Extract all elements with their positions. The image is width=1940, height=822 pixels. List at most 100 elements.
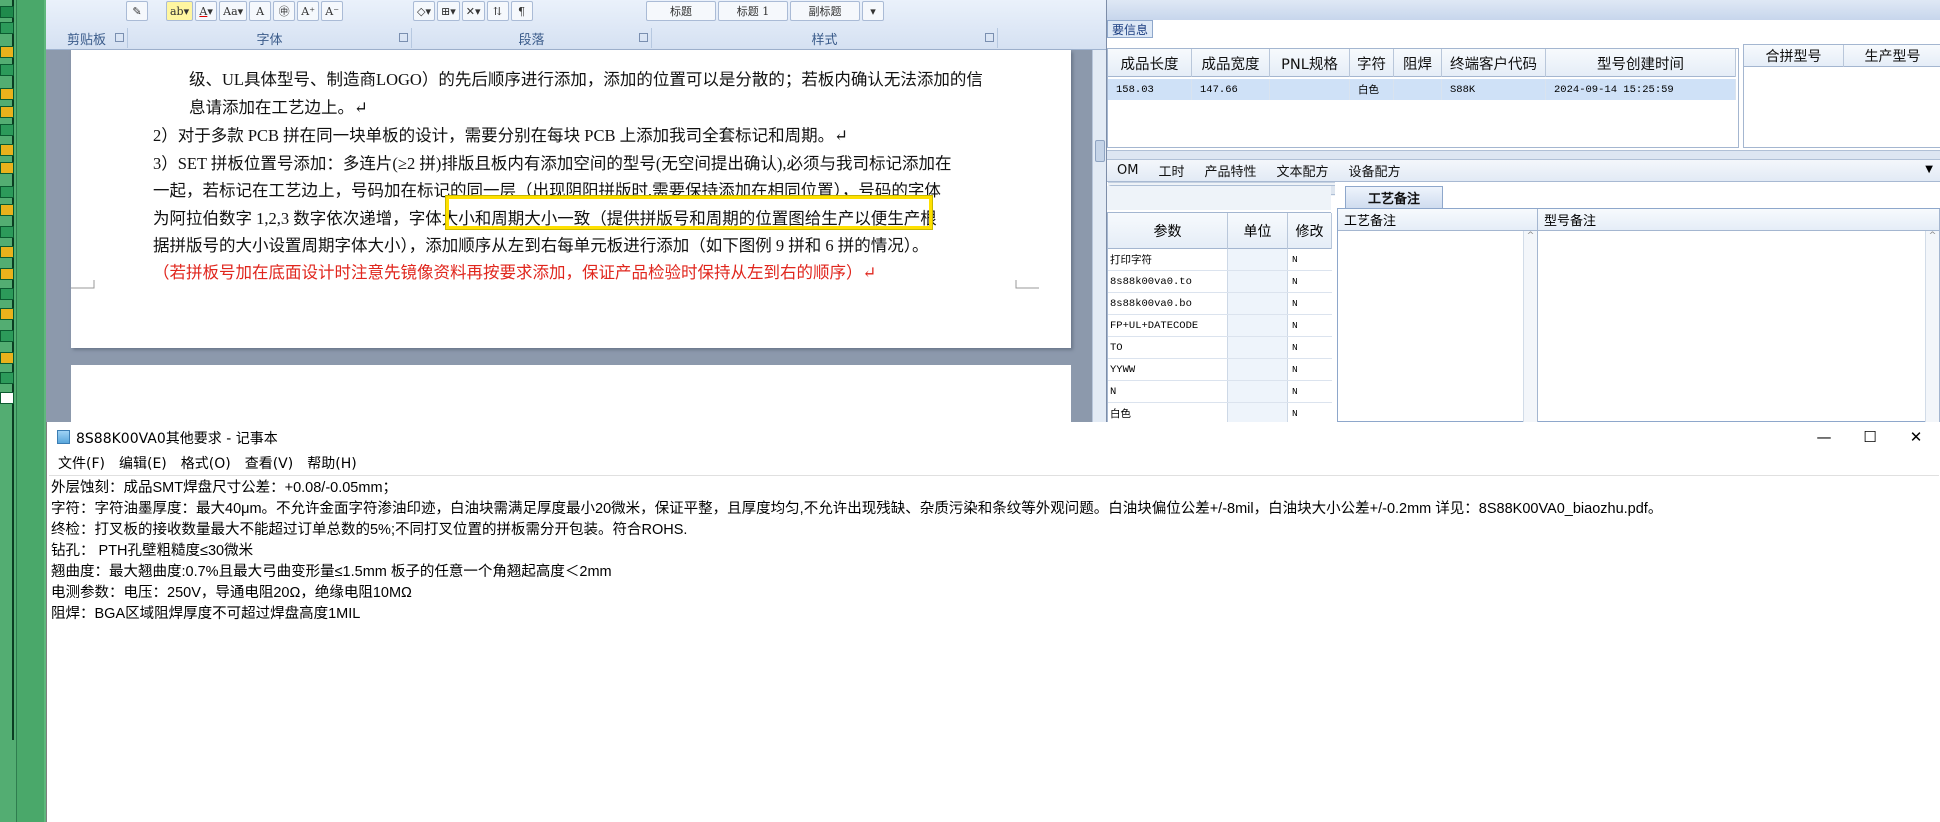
text-line: 外层蚀刻：成品SMT焊盘尺寸公差：+0.08/-0.05mm； [51, 480, 398, 496]
menu-format[interactable]: 格式(O) [174, 453, 238, 473]
grid-header: 合拼型号 生产型号 [1744, 45, 1940, 67]
text-editor[interactable]: 外层蚀刻：成品SMT焊盘尺寸公差：+0.08/-0.05mm； 字符：字符油墨厚… [49, 475, 1939, 822]
dialog-launcher-icon[interactable] [639, 33, 648, 42]
table-cell [1228, 249, 1288, 270]
tab-product-features[interactable]: 产品特性 [1194, 160, 1266, 182]
tab-summary-info[interactable]: 要信息 [1107, 20, 1154, 38]
table-cell: N [1288, 315, 1332, 336]
strip-cell [0, 330, 14, 342]
tab-equipment-recipe[interactable]: 设备配方 [1339, 160, 1411, 182]
maximize-icon[interactable]: ☐ [1847, 422, 1893, 452]
table-cell: 打印字符 [1108, 249, 1228, 270]
text-line: 翘曲度：最大翘曲度:0.7%且最大弓曲变形量≤1.5mm 板子的任意一个角翘起高… [51, 564, 612, 580]
asian-layout-icon[interactable]: ✕▾ [461, 1, 485, 21]
document-vertical-scrollbar[interactable] [1092, 50, 1106, 422]
table-row[interactable]: FP+UL+DATECODE N [1108, 315, 1332, 337]
dialog-launcher-icon[interactable] [985, 33, 994, 42]
format-painter-icon[interactable]: ✎ [126, 1, 148, 21]
text-line: 钻孔： PTH孔壁粗糙度≤30微米 [51, 543, 254, 559]
notepad-window: 8S88K00VA0其他要求 - 记事本 — ☐ ✕ 文件(F) 编辑(E) 格… [46, 422, 1940, 822]
tab-work-hours[interactable]: 工时 [1148, 160, 1194, 182]
strip-cell [0, 308, 14, 320]
shrink-font-icon[interactable]: A⁻ [321, 1, 344, 21]
table-row[interactable]: TO N [1108, 337, 1332, 359]
text-line: 阻焊：BGA区域阻焊厚度不可超过焊盘高度1MIL [51, 606, 361, 622]
table-cell: FP+UL+DATECODE [1108, 315, 1228, 336]
grid-header: 成品长度 成品宽度 PNL规格 字符 阻焊 终端客户代码 型号创建时间 [1108, 49, 1736, 77]
table-cell: N [1288, 403, 1332, 422]
column-header[interactable]: PNL规格 [1270, 49, 1350, 77]
show-marks-icon[interactable]: ¶ [510, 1, 533, 21]
table-cell: 8s88k00va0.bo [1108, 293, 1228, 314]
table-cell: S88K [1442, 79, 1546, 100]
column-header[interactable]: 成品宽度 [1192, 49, 1270, 77]
title-bar[interactable]: 8S88K00VA0其他要求 - 记事本 — ☐ ✕ [47, 422, 1940, 452]
style-item[interactable]: 副标题 [790, 1, 860, 21]
column-header[interactable]: 型号创建时间 [1546, 49, 1736, 77]
strip-cell [0, 204, 14, 216]
table-row[interactable]: YYWW N [1108, 359, 1332, 381]
table-row[interactable]: 158.03 147.66 白色 S88K 2024-09-14 15:25:5… [1108, 79, 1736, 100]
table-row[interactable]: NN [1108, 381, 1332, 403]
font-color-icon[interactable]: A ▾ [195, 1, 218, 21]
document-page-2[interactable] [71, 365, 1071, 422]
dialog-launcher-icon[interactable] [115, 33, 124, 42]
column-header[interactable]: 参数 [1108, 213, 1228, 249]
word-window: ✎ ab▾ A ▾ Aa▾ A ㊥ A⁺ A⁻ ◇▾ ⊞▾ ✕▾ ⇅ ¶ 标题 标… [46, 0, 1106, 422]
scrollbar[interactable]: ^ [1523, 231, 1537, 422]
table-row[interactable]: 8s88k00va0.bo N [1108, 293, 1332, 315]
aa-change-case-icon[interactable]: Aa▾ [219, 1, 248, 21]
column-header[interactable]: 修改 [1288, 213, 1332, 249]
table-cell [1228, 337, 1288, 358]
scrollbar[interactable]: ^ [1925, 231, 1939, 422]
style-item[interactable]: 标题 [646, 1, 716, 21]
close-icon[interactable]: ✕ [1893, 422, 1939, 452]
strip-cell [0, 162, 14, 174]
table-row[interactable]: 8s88k00va0.to N [1108, 271, 1332, 293]
menu-edit[interactable]: 编辑(E) [112, 453, 174, 473]
strip-cell [0, 392, 14, 404]
highlight-color-icon[interactable]: ab▾ [166, 1, 194, 21]
shading-icon[interactable]: ◇▾ [413, 1, 435, 21]
column-header[interactable]: 字符 [1350, 49, 1394, 77]
group-paragraph: 段落 [412, 28, 652, 48]
minimize-icon[interactable]: — [1801, 422, 1847, 452]
strip-cell [0, 64, 14, 76]
tab-process-notes[interactable]: 工艺备注 [1345, 186, 1444, 208]
style-item-label: 副标题 [808, 5, 842, 18]
table-row[interactable]: 白色 N [1108, 403, 1332, 422]
column-header[interactable]: 单位 [1228, 213, 1288, 249]
grow-font-icon[interactable]: A⁺ [297, 1, 320, 21]
column-header[interactable]: 生产型号 [1844, 45, 1940, 67]
detail-tabs: OM 工时 产品特性 文本配方 设备配方 ▼ [1107, 160, 1940, 182]
tab-text-recipe[interactable]: 文本配方 [1266, 160, 1338, 182]
chevron-down-icon[interactable]: ▼ [1925, 164, 1933, 175]
styles-more-icon[interactable]: ▾ [862, 1, 884, 21]
menu-file[interactable]: 文件(F) [51, 453, 112, 473]
column-header[interactable]: 阻焊 [1394, 49, 1442, 77]
column-header[interactable]: 成品长度 [1108, 49, 1192, 77]
column-header[interactable]: 合拼型号 [1744, 45, 1844, 67]
border-icon[interactable]: ⊞▾ [437, 1, 460, 21]
table-row[interactable]: 打印字符 N [1108, 249, 1332, 271]
column-header: 工艺备注 [1338, 209, 1537, 231]
tab-bom[interactable]: OM [1107, 160, 1148, 182]
menu-help[interactable]: 帮助(H) [300, 453, 363, 473]
doc-line: 2）对于多款 PCB 拼在同一块单板的设计，需要分别在每块 PCB 上添加我司全… [153, 126, 848, 145]
column-header[interactable]: 终端客户代码 [1442, 49, 1546, 77]
style-item[interactable]: 标题 1 [718, 1, 788, 21]
column-header: 型号备注 [1538, 209, 1939, 231]
menu-view[interactable]: 查看(V) [238, 453, 301, 473]
strip-cell [0, 186, 14, 198]
scrollbar-thumb[interactable] [1095, 140, 1105, 162]
table-cell [1228, 403, 1288, 422]
dialog-launcher-icon[interactable] [399, 33, 408, 42]
process-notes-frame: 工艺备注 ^ 型号备注 ^ [1337, 208, 1940, 422]
panel-splitter[interactable] [1107, 150, 1940, 160]
enclose-char-icon[interactable]: ㊥ [273, 1, 296, 21]
table-cell: YYWW [1108, 359, 1228, 380]
sort-icon[interactable]: ⇅ [486, 1, 509, 21]
model-notes-column: 型号备注 ^ [1538, 209, 1940, 422]
char-shading-icon[interactable]: A [249, 1, 272, 21]
parameter-grid: 参数 单位 修改 打印字符 N 8s88k00va0.to N 8s88k00va0… [1107, 212, 1332, 422]
